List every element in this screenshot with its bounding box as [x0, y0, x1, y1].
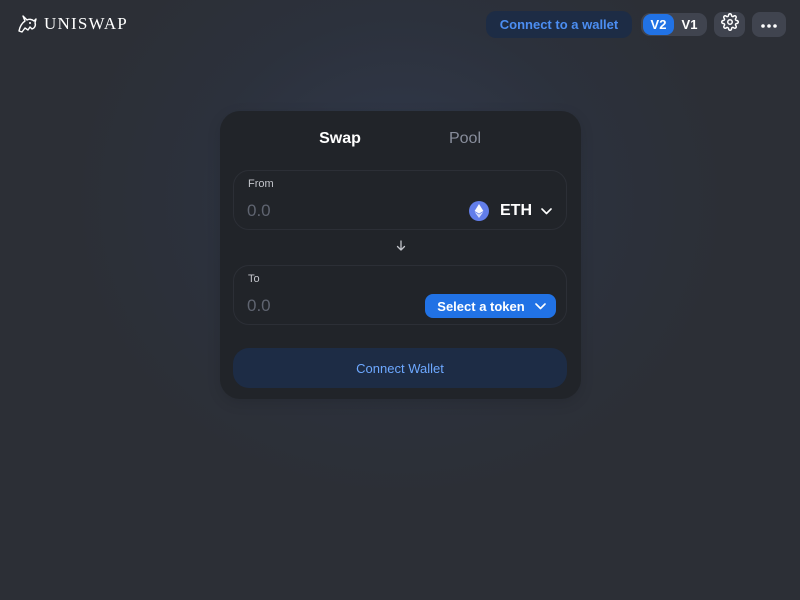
- connect-to-wallet-button[interactable]: Connect to a wallet: [486, 11, 632, 38]
- arrow-down-icon: [396, 238, 406, 256]
- unicorn-logo-icon: [16, 13, 38, 35]
- connect-wallet-button[interactable]: Connect Wallet: [233, 348, 567, 388]
- version-v1-option[interactable]: V1: [674, 14, 705, 35]
- uniswap-logo[interactable]: UNISWAP: [16, 12, 128, 36]
- select-token-label: Select a token: [437, 298, 525, 314]
- settings-button[interactable]: [714, 12, 745, 37]
- to-label: To: [248, 273, 260, 285]
- select-token-button[interactable]: Select a token: [425, 294, 556, 318]
- more-menu-button[interactable]: [752, 12, 786, 37]
- gear-icon: [720, 13, 739, 36]
- version-toggle: V2 V1: [641, 13, 707, 36]
- from-token-symbol: ETH: [500, 202, 532, 219]
- to-panel: To Select a token: [233, 265, 567, 325]
- switch-direction-button[interactable]: [394, 240, 408, 254]
- more-horizontal-icon: [760, 16, 778, 34]
- to-amount-input[interactable]: [247, 294, 397, 318]
- swap-card: Swap Pool From ETH To: [220, 111, 581, 399]
- from-label: From: [248, 178, 274, 190]
- tab-swap[interactable]: Swap: [300, 127, 380, 151]
- top-header: UNISWAP Connect to a wallet V2 V1: [0, 0, 800, 48]
- chevron-down-icon: [534, 297, 546, 315]
- eth-logo-icon: [469, 201, 489, 221]
- from-amount-input[interactable]: [247, 199, 397, 223]
- version-v2-option[interactable]: V2: [643, 14, 674, 35]
- chevron-down-icon: [541, 202, 552, 220]
- tab-pool[interactable]: Pool: [425, 127, 505, 151]
- brand-name: UNISWAP: [44, 14, 128, 33]
- from-panel: From ETH: [233, 170, 567, 230]
- from-token-selector[interactable]: ETH: [469, 199, 552, 223]
